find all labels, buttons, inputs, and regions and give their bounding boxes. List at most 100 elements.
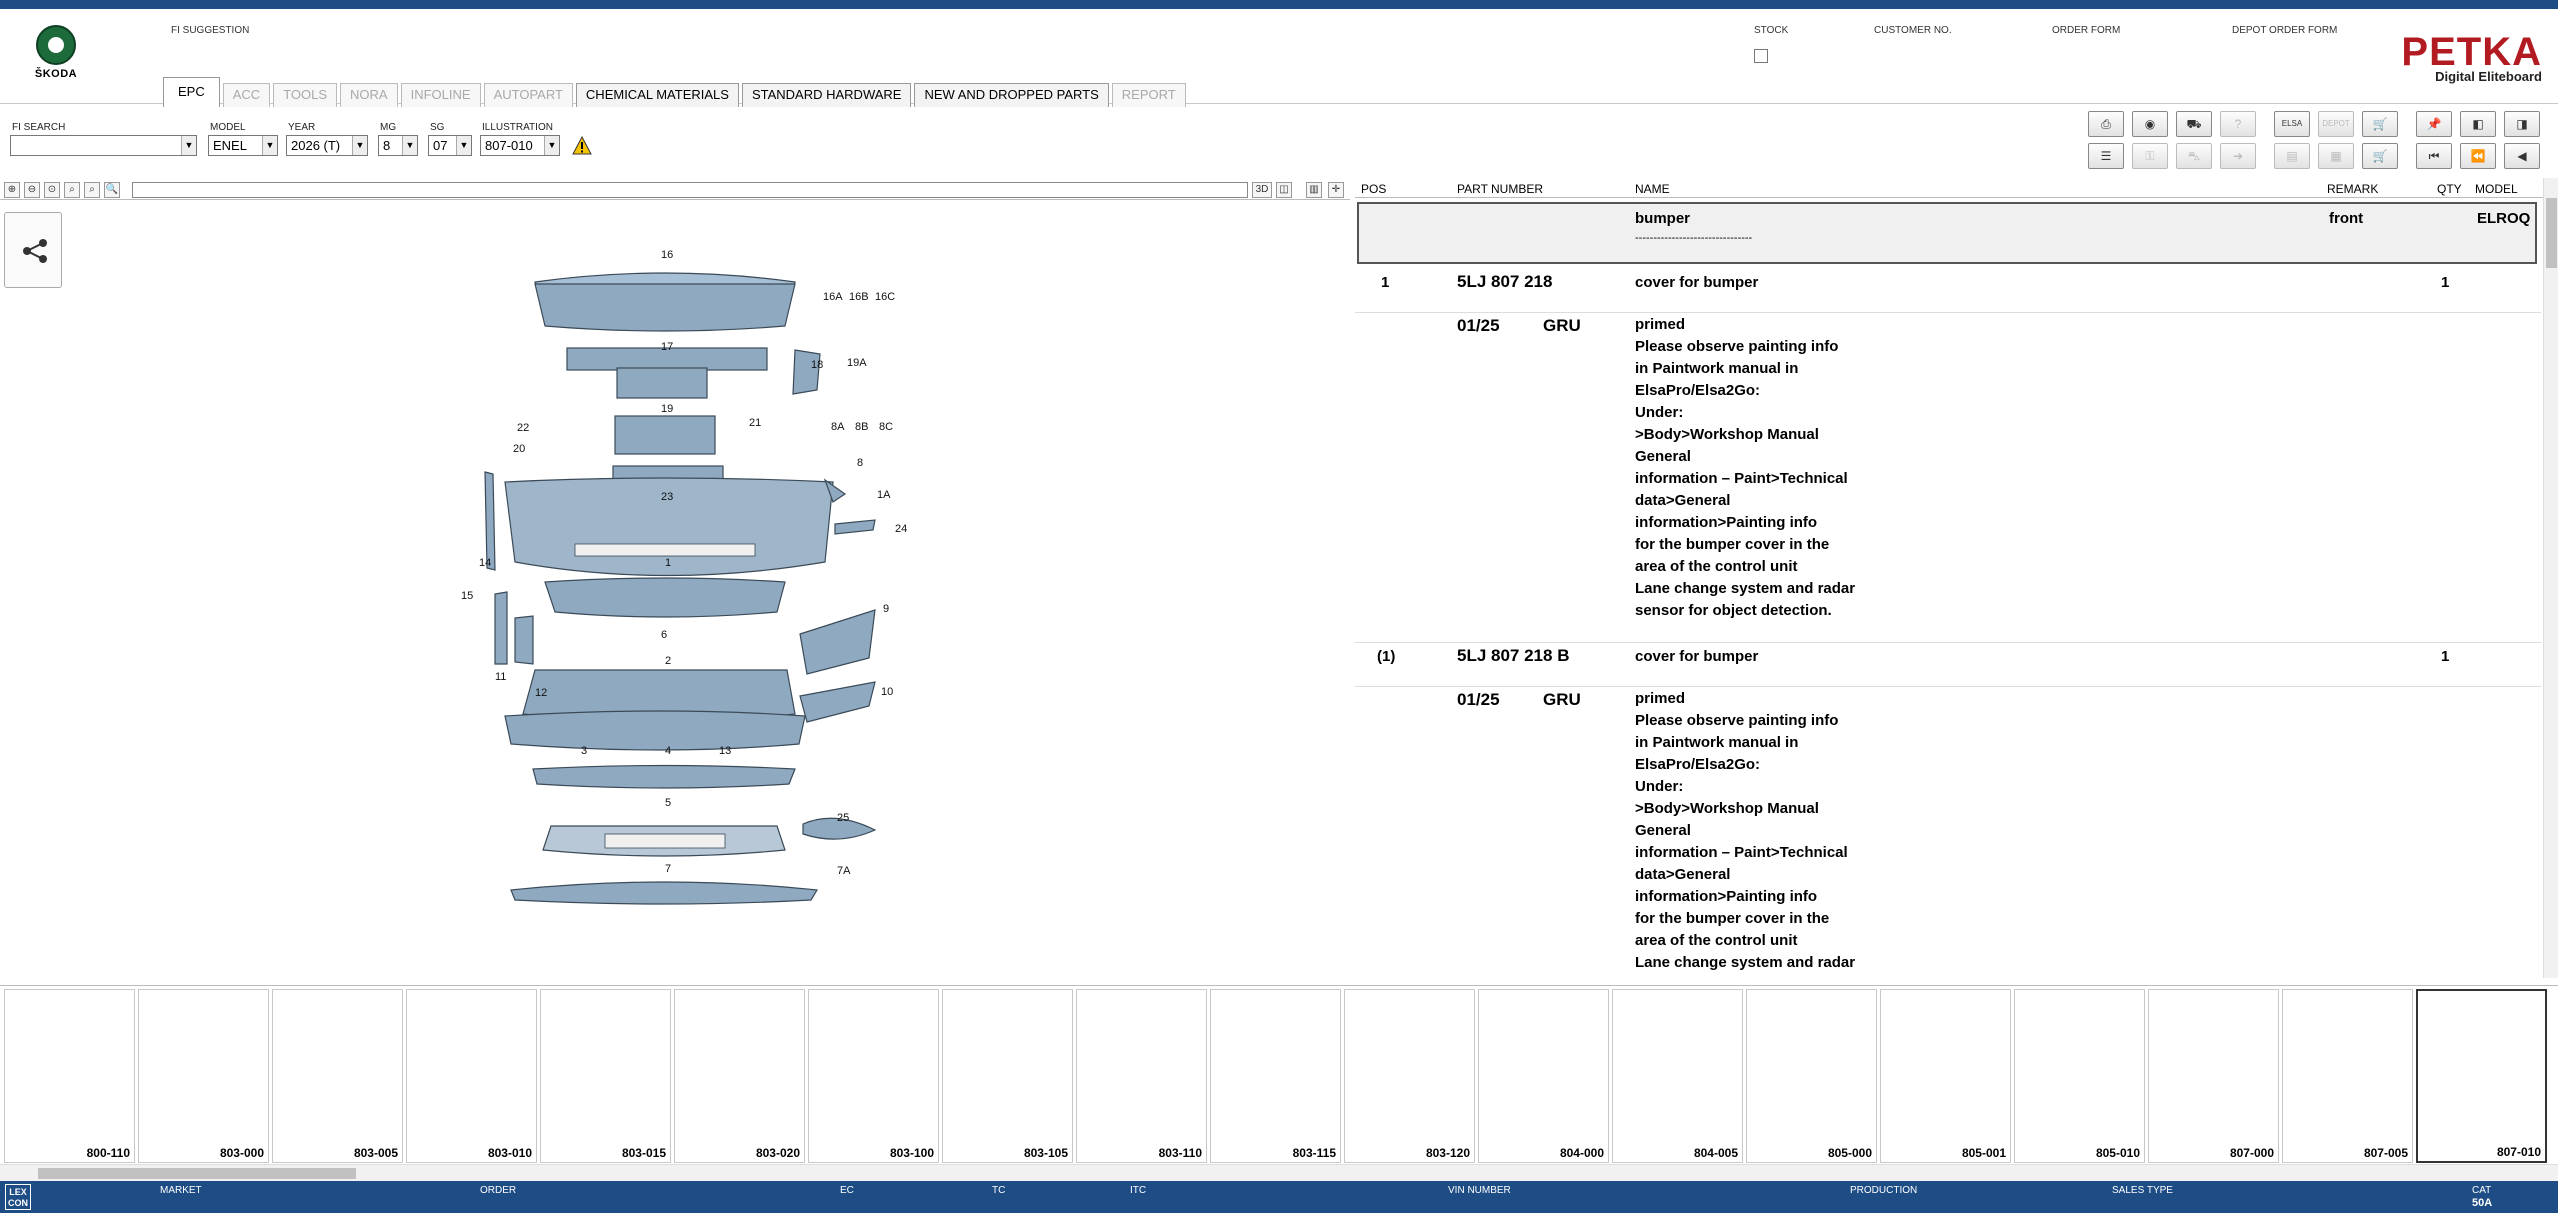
mg-select[interactable]: 8 ▼: [378, 135, 418, 156]
thumbnail-item[interactable]: 803-005: [272, 989, 403, 1163]
callout-label[interactable]: 11: [495, 671, 506, 683]
table-row-detail[interactable]: 01/25 GRU primed Please observe painting…: [1355, 314, 2541, 634]
sg-select[interactable]: 07 ▼: [428, 135, 472, 156]
arrow-icon[interactable]: ➔: [2220, 143, 2256, 169]
depot-icon[interactable]: DEPOT: [2318, 111, 2354, 137]
callout-label[interactable]: 12: [535, 687, 547, 699]
tab-report[interactable]: REPORT: [1111, 83, 1186, 107]
table-row-detail[interactable]: 01/25 GRU primed Please observe painting…: [1355, 688, 2541, 978]
thumbnail-item[interactable]: 804-005: [1612, 989, 1743, 1163]
zoom-out-icon[interactable]: ⊖: [24, 182, 40, 198]
vehicle-icon[interactable]: ⛍: [2176, 143, 2212, 169]
callout-label[interactable]: 23: [661, 491, 673, 503]
col-remark[interactable]: REMARK: [2327, 182, 2378, 196]
thumbnail-item[interactable]: 803-015: [540, 989, 671, 1163]
thumbnail-item[interactable]: 803-020: [674, 989, 805, 1163]
previous-icon[interactable]: ⏪: [2460, 143, 2496, 169]
model-select[interactable]: ENEL ▼: [208, 135, 278, 156]
thumbnail-item[interactable]: 803-115: [1210, 989, 1341, 1163]
tab-tools[interactable]: TOOLS: [273, 83, 338, 107]
thumbnail-item[interactable]: 803-120: [1344, 989, 1475, 1163]
callout-label[interactable]: 3: [581, 745, 587, 757]
callout-label[interactable]: 19: [661, 403, 673, 415]
list-icon[interactable]: ☰: [2088, 143, 2124, 169]
illustration-select[interactable]: 807-010 ▼: [480, 135, 560, 156]
columns-icon[interactable]: ▥: [1306, 182, 1322, 198]
table-row[interactable]: (1) 5LJ 807 218 B cover for bumper 1: [1355, 644, 2541, 672]
thumbnail-item[interactable]: 803-010: [406, 989, 537, 1163]
tab-standard-hardware[interactable]: STANDARD HARDWARE: [741, 83, 912, 107]
thumbnail-item[interactable]: 804-000: [1478, 989, 1609, 1163]
thumbnail-item[interactable]: 800-110: [4, 989, 135, 1163]
parts-illustration[interactable]: 16 16A 16B 16C 17 18 19A 19 21 22 20 8A …: [455, 244, 920, 907]
callout-label[interactable]: 15: [461, 590, 473, 602]
tab-chemical-materials[interactable]: CHEMICAL MATERIALS: [575, 83, 739, 107]
zoom-reset-icon[interactable]: ⌕: [84, 182, 100, 198]
group-header-row[interactable]: bumper -------------------------------- …: [1357, 202, 2537, 264]
callout-label[interactable]: 8A: [831, 421, 845, 433]
help-icon[interactable]: ?: [2220, 111, 2256, 137]
callout-label[interactable]: 8C: [879, 421, 893, 433]
fi-search-select[interactable]: ▼: [10, 135, 197, 156]
callout-label[interactable]: 5: [665, 797, 671, 809]
tab-nora[interactable]: NORA: [340, 83, 398, 107]
thumbnail-item-selected[interactable]: 807-010: [2416, 989, 2547, 1163]
callout-label[interactable]: 7: [665, 863, 671, 875]
callout-label[interactable]: 14: [479, 557, 491, 569]
order-cart-icon[interactable]: 🛒: [2362, 143, 2398, 169]
thumbnail-item[interactable]: 803-000: [138, 989, 269, 1163]
pin-icon[interactable]: 📌: [2416, 111, 2452, 137]
tab-acc[interactable]: ACC: [222, 83, 271, 107]
table-row[interactable]: 1 5LJ 807 218 cover for bumper 1: [1355, 270, 2541, 298]
callout-label[interactable]: 10: [881, 686, 893, 698]
expand-icon[interactable]: ✛: [1328, 182, 1344, 198]
thumbnail-item[interactable]: 807-000: [2148, 989, 2279, 1163]
next-page-icon[interactable]: ◨: [2504, 111, 2540, 137]
chevron-down-icon[interactable]: ▼: [262, 136, 277, 155]
callout-label[interactable]: 16C: [875, 291, 895, 303]
search-icon[interactable]: 🔍: [104, 182, 120, 198]
tab-epc[interactable]: EPC: [163, 77, 220, 107]
scrollbar-thumb[interactable]: [38, 1168, 356, 1179]
parts-vertical-scrollbar[interactable]: [2543, 178, 2558, 978]
col-pos[interactable]: POS: [1361, 182, 1386, 196]
callout-label[interactable]: 20: [513, 443, 525, 455]
callout-label[interactable]: 17: [661, 341, 673, 353]
callout-label[interactable]: 2: [665, 655, 671, 667]
callout-label[interactable]: 21: [749, 417, 761, 429]
callout-label[interactable]: 16B: [849, 291, 869, 303]
chevron-down-icon[interactable]: ▼: [181, 136, 196, 155]
callout-label[interactable]: 22: [517, 422, 529, 434]
callout-label[interactable]: 7A: [837, 865, 851, 877]
tab-autopart[interactable]: AUTOPART: [483, 83, 573, 107]
callout-label[interactable]: 4: [665, 745, 671, 757]
zoom-area-icon[interactable]: ⌕: [64, 182, 80, 198]
callout-label[interactable]: 8B: [855, 421, 868, 433]
stock-checkbox[interactable]: [1754, 49, 1768, 63]
print-icon[interactable]: ⎙: [2088, 111, 2124, 137]
col-model[interactable]: MODEL: [2475, 182, 2518, 196]
callout-label[interactable]: 6: [661, 629, 667, 641]
tab-new-and-dropped-parts[interactable]: NEW AND DROPPED PARTS: [914, 83, 1109, 107]
share-button[interactable]: [4, 212, 62, 288]
callout-label[interactable]: 16: [661, 249, 673, 261]
key-icon[interactable]: ⚿: [2132, 143, 2168, 169]
callout-label[interactable]: 1A: [877, 489, 891, 501]
3d-button[interactable]: 3D: [1252, 182, 1272, 198]
stamp-icon[interactable]: ▦: [2318, 143, 2354, 169]
col-qty[interactable]: QTY: [2437, 182, 2462, 196]
scrollbar-thumb[interactable]: [2546, 198, 2557, 268]
chevron-down-icon[interactable]: ▼: [352, 136, 367, 155]
callout-label[interactable]: 19A: [847, 357, 867, 369]
callout-label[interactable]: 13: [719, 745, 731, 757]
depot-order-form-label[interactable]: DEPOT ORDER FORM: [2232, 25, 2337, 36]
col-part-number[interactable]: PART NUMBER: [1457, 182, 1543, 196]
callout-label[interactable]: 25: [837, 812, 849, 824]
elsa-icon[interactable]: ELSA: [2274, 111, 2310, 137]
order-form-label[interactable]: ORDER FORM: [2052, 25, 2120, 36]
chevron-down-icon[interactable]: ▼: [544, 136, 559, 155]
cart-icon[interactable]: 🛒: [2362, 111, 2398, 137]
thumbnail-item[interactable]: 805-000: [1746, 989, 1877, 1163]
viewer-search-field[interactable]: [132, 182, 1248, 198]
split-view-icon[interactable]: ◫: [1276, 182, 1292, 198]
